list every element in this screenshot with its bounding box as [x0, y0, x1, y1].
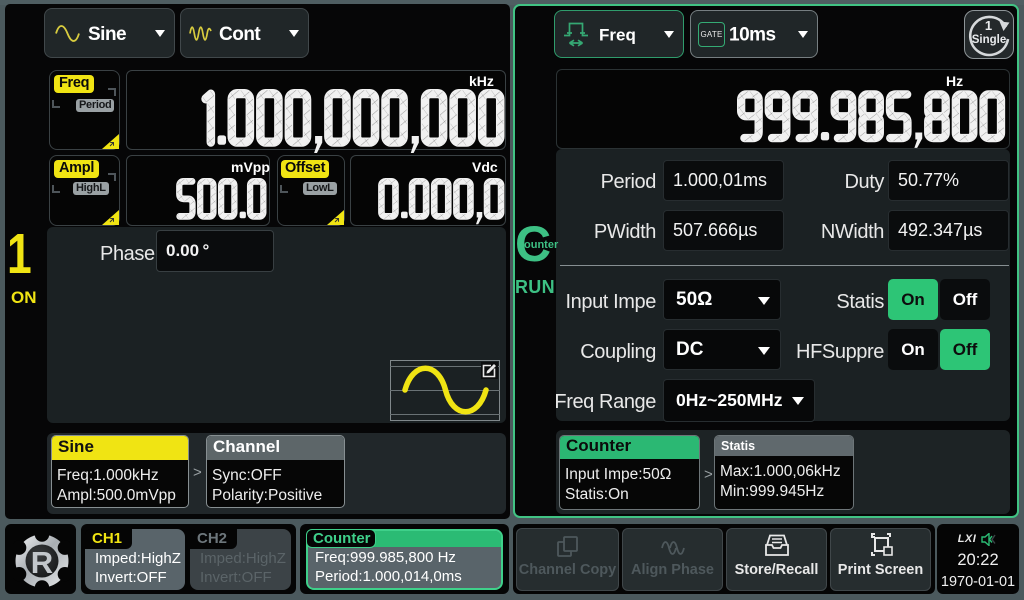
svg-text:R: R — [31, 545, 53, 580]
svg-text:1: 1 — [985, 18, 992, 33]
svg-text:Single: Single — [972, 34, 1007, 46]
